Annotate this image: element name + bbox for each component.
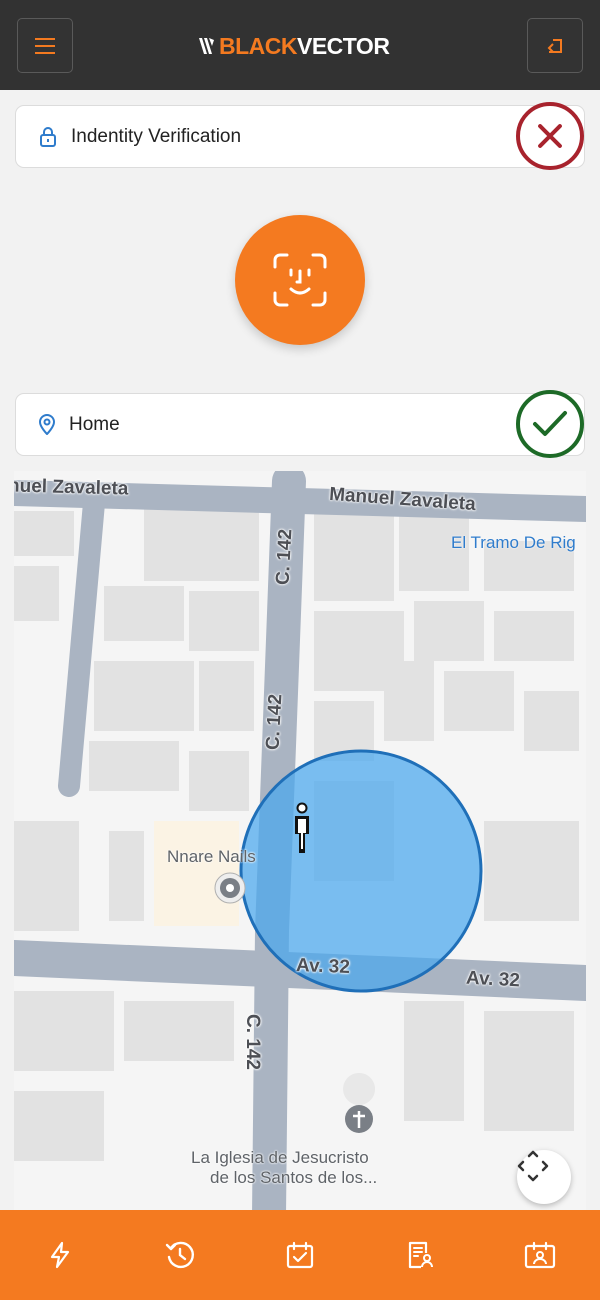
logo-mark-icon — [199, 38, 214, 54]
face-id-icon — [273, 253, 327, 307]
map-base — [14, 471, 586, 1211]
map-street-label: Av. 32 — [465, 967, 521, 992]
bottom-navigation — [0, 1210, 600, 1300]
menu-button[interactable] — [17, 18, 73, 73]
nails-poi-pin — [214, 872, 246, 904]
x-mark-icon — [538, 124, 562, 148]
church-poi-pin — [343, 1073, 376, 1133]
identity-verification-label: Indentity Verification — [71, 125, 242, 147]
location-field[interactable]: Home — [15, 393, 585, 456]
location-label: Home — [69, 413, 120, 435]
brand-name-part2: VECTOR — [297, 32, 390, 59]
identity-status-badge — [516, 102, 584, 170]
map-poi-label[interactable]: de los Santos de los... — [210, 1168, 377, 1188]
location-status-badge — [516, 390, 584, 458]
map-street-label: nuel Zavaleta — [14, 475, 129, 500]
id-card-icon — [524, 1241, 556, 1269]
face-scan-button[interactable] — [235, 215, 365, 345]
map-poi-label[interactable]: El Tramo De Rig — [451, 533, 576, 553]
lightning-icon — [50, 1241, 70, 1269]
recenter-icon — [517, 1150, 549, 1182]
back-arrow-icon — [547, 38, 562, 53]
brand-logo: BLACK VECTOR — [198, 30, 390, 62]
top-app-bar: BLACK VECTOR — [0, 0, 600, 90]
nav-reports[interactable] — [360, 1210, 480, 1300]
calendar-check-icon — [286, 1241, 314, 1269]
checkmark-icon — [533, 411, 567, 436]
map-pin-icon — [39, 414, 55, 435]
map-street-label: Av. 32 — [295, 955, 351, 978]
map-street-label: C. 142 — [262, 693, 287, 751]
nav-profile[interactable] — [480, 1210, 600, 1300]
recenter-button[interactable] — [517, 1150, 571, 1204]
history-icon — [165, 1241, 194, 1269]
nav-history[interactable] — [120, 1210, 240, 1300]
nav-quick-actions[interactable] — [0, 1210, 120, 1300]
lock-icon — [40, 126, 56, 147]
brand-name-part1: BLACK — [219, 32, 298, 59]
nav-schedule[interactable] — [240, 1210, 360, 1300]
identity-verification-field[interactable]: Indentity Verification — [15, 105, 585, 168]
location-map[interactable]: nuel Zavaleta Manuel Zavaleta C. 142 C. … — [14, 471, 586, 1211]
map-street-label: C. 142 — [272, 528, 297, 586]
report-user-icon — [408, 1241, 433, 1269]
logout-button[interactable] — [527, 18, 583, 73]
hamburger-menu-icon — [35, 37, 55, 54]
map-street-label: C. 142 — [241, 1014, 263, 1070]
map-poi-label[interactable]: La Iglesia de Jesucristo — [191, 1148, 369, 1168]
map-poi-label[interactable]: Nnare Nails — [167, 847, 256, 867]
